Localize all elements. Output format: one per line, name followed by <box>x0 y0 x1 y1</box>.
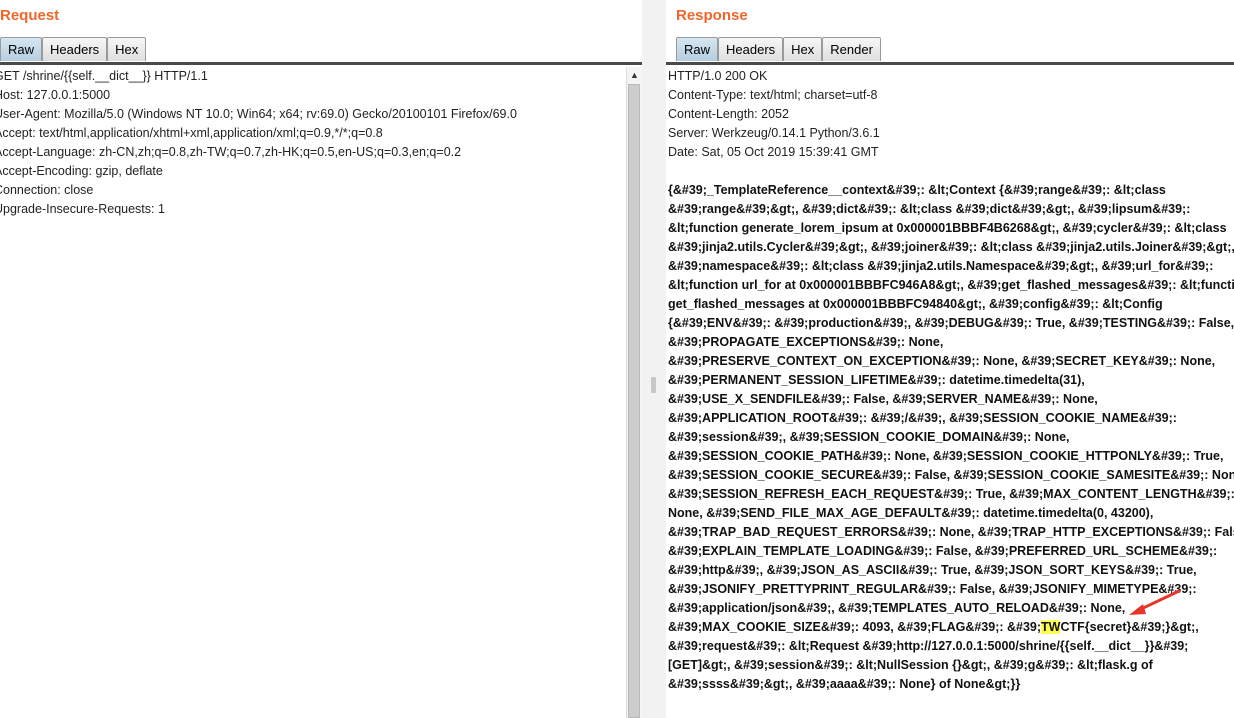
body-line: &#39;TRAP_BAD_REQUEST_ERRORS&#39;: None,… <box>668 525 1234 539</box>
body-line: &#39;PRESERVE_CONTEXT_ON_EXCEPTION&#39;:… <box>668 354 1216 368</box>
flag-highlight: TW <box>1041 620 1061 634</box>
body-line: {&#39;_TemplateReference__context&#39;: … <box>668 183 1166 197</box>
body-line: &#39;EXPLAIN_TEMPLATE_LOADING&#39;: Fals… <box>668 544 1218 558</box>
request-title: Request <box>0 7 60 24</box>
body-line: &#39;PROPAGATE_EXCEPTIONS&#39;: None, <box>668 335 944 349</box>
request-tab-raw[interactable]: Raw <box>0 37 43 61</box>
body-line: &#39;SESSION_COOKIE_SECURE&#39;: False, … <box>668 468 1234 482</box>
response-tab-hex[interactable]: Hex <box>783 37 823 61</box>
response-tab-raw[interactable]: Raw <box>676 37 719 61</box>
request-tab-hex[interactable]: Hex <box>107 37 147 61</box>
response-tab-divider <box>666 62 1234 65</box>
response-header-line: Date: Sat, 05 Oct 2019 15:39:41 GMT <box>668 145 879 159</box>
response-tab-render[interactable]: Render <box>822 37 881 61</box>
body-line: &#39;session&#39;, &#39;SESSION_COOKIE_D… <box>668 430 1070 444</box>
blank-line: ​ <box>668 162 1234 181</box>
request-line: Connection: close <box>0 183 94 197</box>
body-line: &#39;range&#39;&gt;, &#39;dict&#39;: &lt… <box>668 202 1191 216</box>
response-body: {&#39;_TemplateReference__context&#39;: … <box>668 181 1234 694</box>
request-pane: Request Raw Headers Hex GET /shrine/{{se… <box>0 0 642 718</box>
request-line: Accept: text/html,application/xhtml+xml,… <box>0 126 383 140</box>
request-line: User-Agent: Mozilla/5.0 (Windows NT 10.0… <box>0 107 517 121</box>
flag-line: &#39;MAX_COOKIE_SIZE&#39;: 4093, &#39;FL… <box>668 618 1234 637</box>
body-line: {&#39;ENV&#39;: &#39;production&#39;, &#… <box>668 316 1234 330</box>
scroll-thumb[interactable] <box>628 84 640 718</box>
body-line: [GET]&gt;, &#39;session&#39;: &lt;NullSe… <box>668 658 1153 672</box>
body-line: None, &#39;SEND_FILE_MAX_AGE_DEFAULT&#39… <box>668 506 1154 520</box>
request-scrollbar[interactable]: ▲ <box>626 67 642 718</box>
body-line: get_flashed_messages at 0x000001BBBFC948… <box>668 297 1163 311</box>
body-line: &#39;SESSION_COOKIE_PATH&#39;: None, &#3… <box>668 449 1224 463</box>
body-line: &#39;PERMANENT_SESSION_LIFETIME&#39;: da… <box>668 373 1085 387</box>
body-line: &lt;function url_for at 0x000001BBBFC946… <box>668 278 1234 292</box>
request-editor[interactable]: GET /shrine/{{self.__dict__}} HTTP/1.1 Ho… <box>0 67 622 219</box>
body-line: &#39;http&#39;, &#39;JSON_AS_ASCII&#39;:… <box>668 563 1197 577</box>
request-line: Accept-Encoding: gzip, deflate <box>0 164 163 178</box>
response-header-line: Server: Werkzeug/0.14.1 Python/3.6.1 <box>668 126 880 140</box>
response-tabs: Raw Headers Hex Render <box>676 37 881 62</box>
response-title: Response <box>676 7 748 24</box>
pane-splitter[interactable] <box>642 0 666 718</box>
body-line: &#39;ssss&#39;&gt;, &#39;aaaa&#39;: None… <box>668 677 1021 691</box>
scroll-up-arrow-icon[interactable]: ▲ <box>627 67 642 83</box>
body-line: &#39;request&#39;: &lt;Request &#39;http… <box>668 639 1189 653</box>
splitter-grip-icon[interactable] <box>651 377 656 393</box>
response-header-line: Content-Length: 2052 <box>668 107 789 121</box>
request-tab-divider <box>0 62 642 65</box>
flag-line-prefix: &#39;MAX_COOKIE_SIZE&#39;: 4093, &#39;FL… <box>668 620 1042 634</box>
body-line: &#39;SESSION_REFRESH_EACH_REQUEST&#39;: … <box>668 487 1234 501</box>
request-tabs: Raw Headers Hex <box>0 37 147 62</box>
response-header-line: HTTP/1.0 200 OK <box>668 69 768 83</box>
body-line: &#39;APPLICATION_ROOT&#39;: &#39;/&#39;,… <box>668 411 1177 425</box>
flag-line-suffix: CTF{secret}&#39;}&gt;, <box>1060 620 1199 634</box>
response-header-line: Content-Type: text/html; charset=utf-8 <box>668 88 878 102</box>
request-line: Host: 127.0.0.1:5000 <box>0 88 111 102</box>
request-tab-headers[interactable]: Headers <box>42 37 108 61</box>
body-line: &#39;namespace&#39;: &lt;class &#39;jinj… <box>668 259 1214 273</box>
request-line: GET /shrine/{{self.__dict__}} HTTP/1.1 <box>0 69 208 83</box>
request-line: Accept-Language: zh-CN,zh;q=0.8,zh-TW;q=… <box>0 145 462 159</box>
request-line: Upgrade-Insecure-Requests: 1 <box>0 202 165 216</box>
response-tab-headers[interactable]: Headers <box>718 37 784 61</box>
body-line: &#39;jinja2.utils.Cycler&#39;&gt;, &#39;… <box>668 240 1234 254</box>
body-line: &#39;USE_X_SENDFILE&#39;: False, &#39;SE… <box>668 392 1098 406</box>
body-line: &lt;function generate_lorem_ipsum at 0x0… <box>668 221 1227 235</box>
red-arrow-annotation-icon <box>1129 589 1181 615</box>
